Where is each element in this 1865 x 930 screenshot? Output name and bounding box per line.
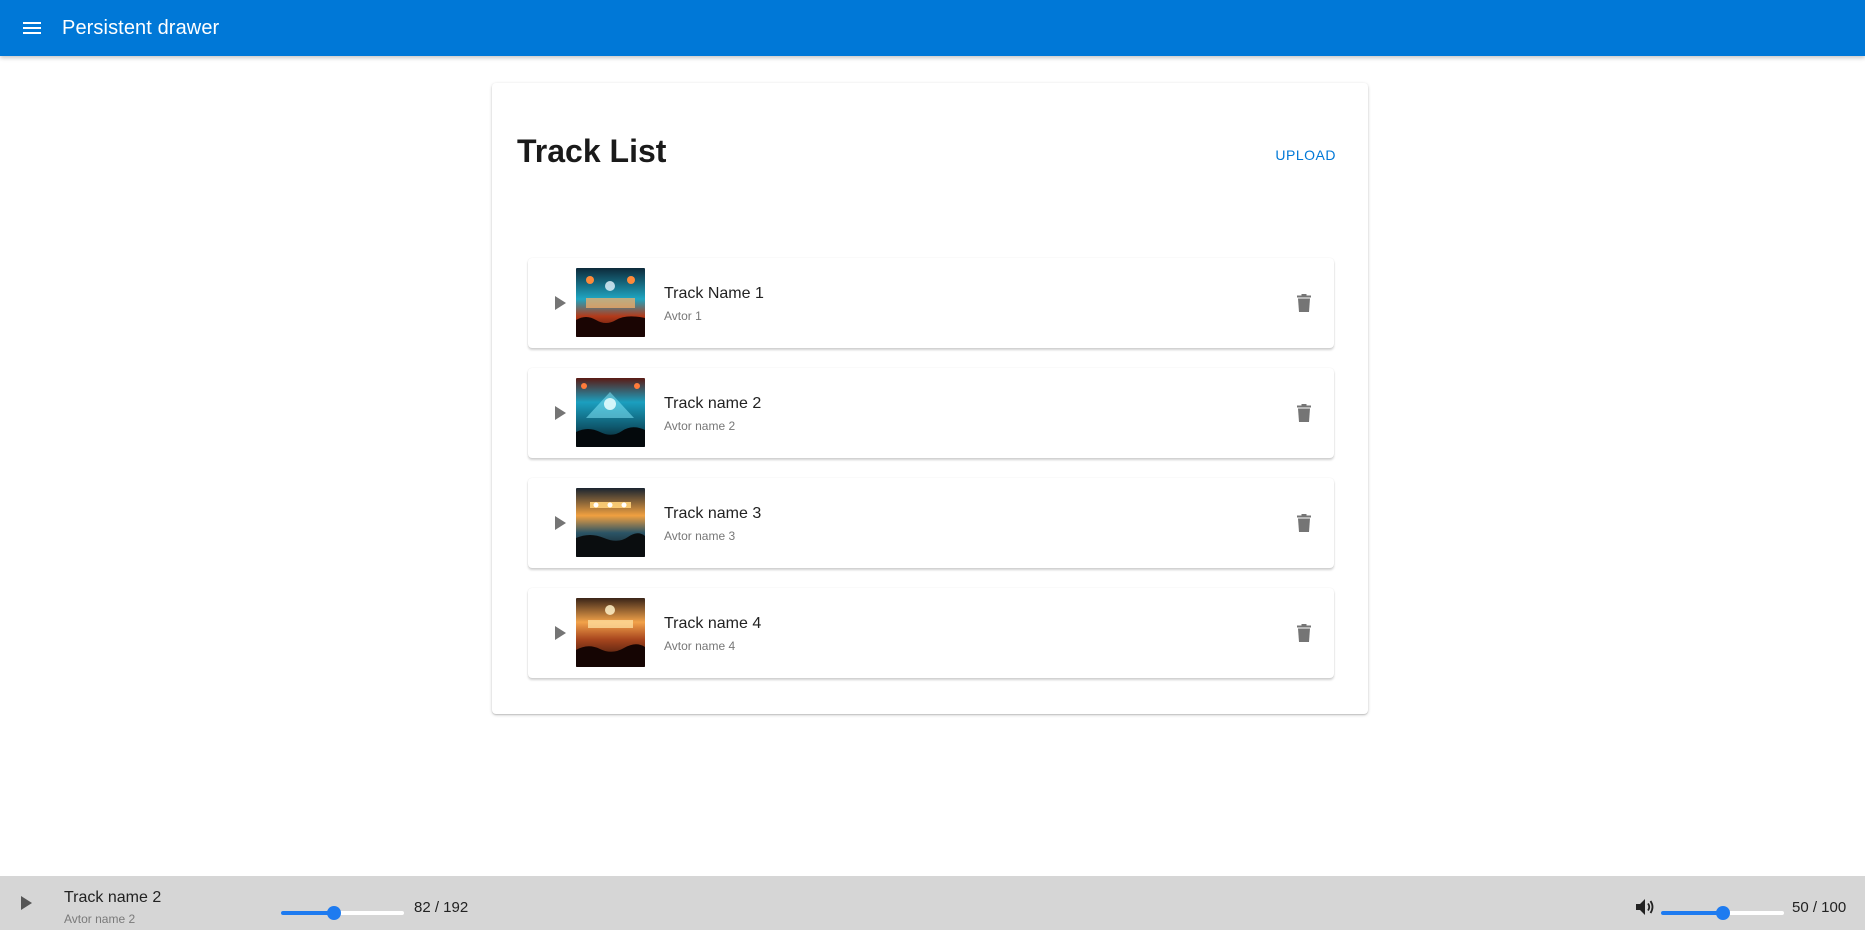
play-icon: [555, 516, 566, 530]
track-author: Avtor name 2: [664, 419, 736, 433]
bottom-player: Track name 2 Avtor name 2 82 / 192 50 / …: [0, 876, 1865, 930]
delete-icon: [1297, 294, 1311, 312]
delete-icon: [1297, 404, 1311, 422]
progress-fill: [281, 911, 334, 915]
progress-slider[interactable]: [281, 906, 404, 920]
track-author: Avtor name 3: [664, 529, 736, 543]
volume-level: 50 / 100: [1792, 899, 1847, 916]
app-title: Persistent drawer: [62, 16, 220, 39]
app-bar: Persistent drawer: [0, 0, 1865, 56]
track-item[interactable]: Track name 4 Avtor name 4: [528, 588, 1334, 678]
track-delete-button[interactable]: [1292, 511, 1316, 535]
track-cover-image: [576, 378, 645, 447]
track-name: Track Name 1: [664, 285, 764, 302]
track-name: Track name 2: [664, 395, 762, 412]
volume-thumb[interactable]: [1715, 906, 1730, 920]
track-item[interactable]: Track name 2 Avtor name 2: [528, 368, 1334, 458]
player-track-author: Avtor name 2: [64, 912, 136, 926]
track-item[interactable]: Track name 3 Avtor name 3: [528, 478, 1334, 568]
progress-time: 82 / 192: [414, 899, 469, 916]
delete-icon: [1297, 624, 1311, 642]
volume-fill: [1661, 911, 1723, 915]
track-name: Track name 4: [664, 615, 762, 632]
menu-icon: [23, 22, 41, 34]
upload-button[interactable]: UPLOAD: [1273, 143, 1338, 167]
player-play-button[interactable]: [14, 891, 38, 915]
volume-slider[interactable]: [1661, 906, 1784, 920]
track-play-button[interactable]: [548, 291, 572, 315]
track-delete-button[interactable]: [1292, 621, 1316, 645]
track-author: Avtor 1: [664, 309, 702, 323]
track-play-button[interactable]: [548, 511, 572, 535]
play-icon: [555, 406, 566, 420]
track-list: Track Name 1 Avtor 1 Track name 2 Avtor …: [528, 258, 1334, 698]
play-icon: [555, 296, 566, 310]
volume-button[interactable]: [1634, 896, 1656, 918]
menu-button[interactable]: [4, 4, 60, 52]
track-author: Avtor name 4: [664, 639, 736, 653]
track-cover-image: [576, 598, 645, 667]
play-icon: [555, 626, 566, 640]
app: Persistent drawer Track List UPLOAD Trac…: [0, 0, 1865, 930]
delete-icon: [1297, 514, 1311, 532]
page-title: Track List: [517, 133, 667, 169]
track-name: Track name 3: [664, 505, 762, 522]
track-cover-image: [576, 488, 645, 557]
player-track-name: Track name 2: [64, 889, 162, 906]
track-play-button[interactable]: [548, 401, 572, 425]
progress-thumb[interactable]: [326, 906, 341, 920]
track-play-button[interactable]: [548, 621, 572, 645]
play-icon: [21, 896, 32, 910]
track-list-card: Track List UPLOAD Track Name 1 Avtor 1 T…: [492, 83, 1368, 714]
track-item[interactable]: Track Name 1 Avtor 1: [528, 258, 1334, 348]
volume-icon: [1636, 899, 1654, 915]
track-delete-button[interactable]: [1292, 291, 1316, 315]
track-delete-button[interactable]: [1292, 401, 1316, 425]
track-cover-image: [576, 268, 645, 337]
